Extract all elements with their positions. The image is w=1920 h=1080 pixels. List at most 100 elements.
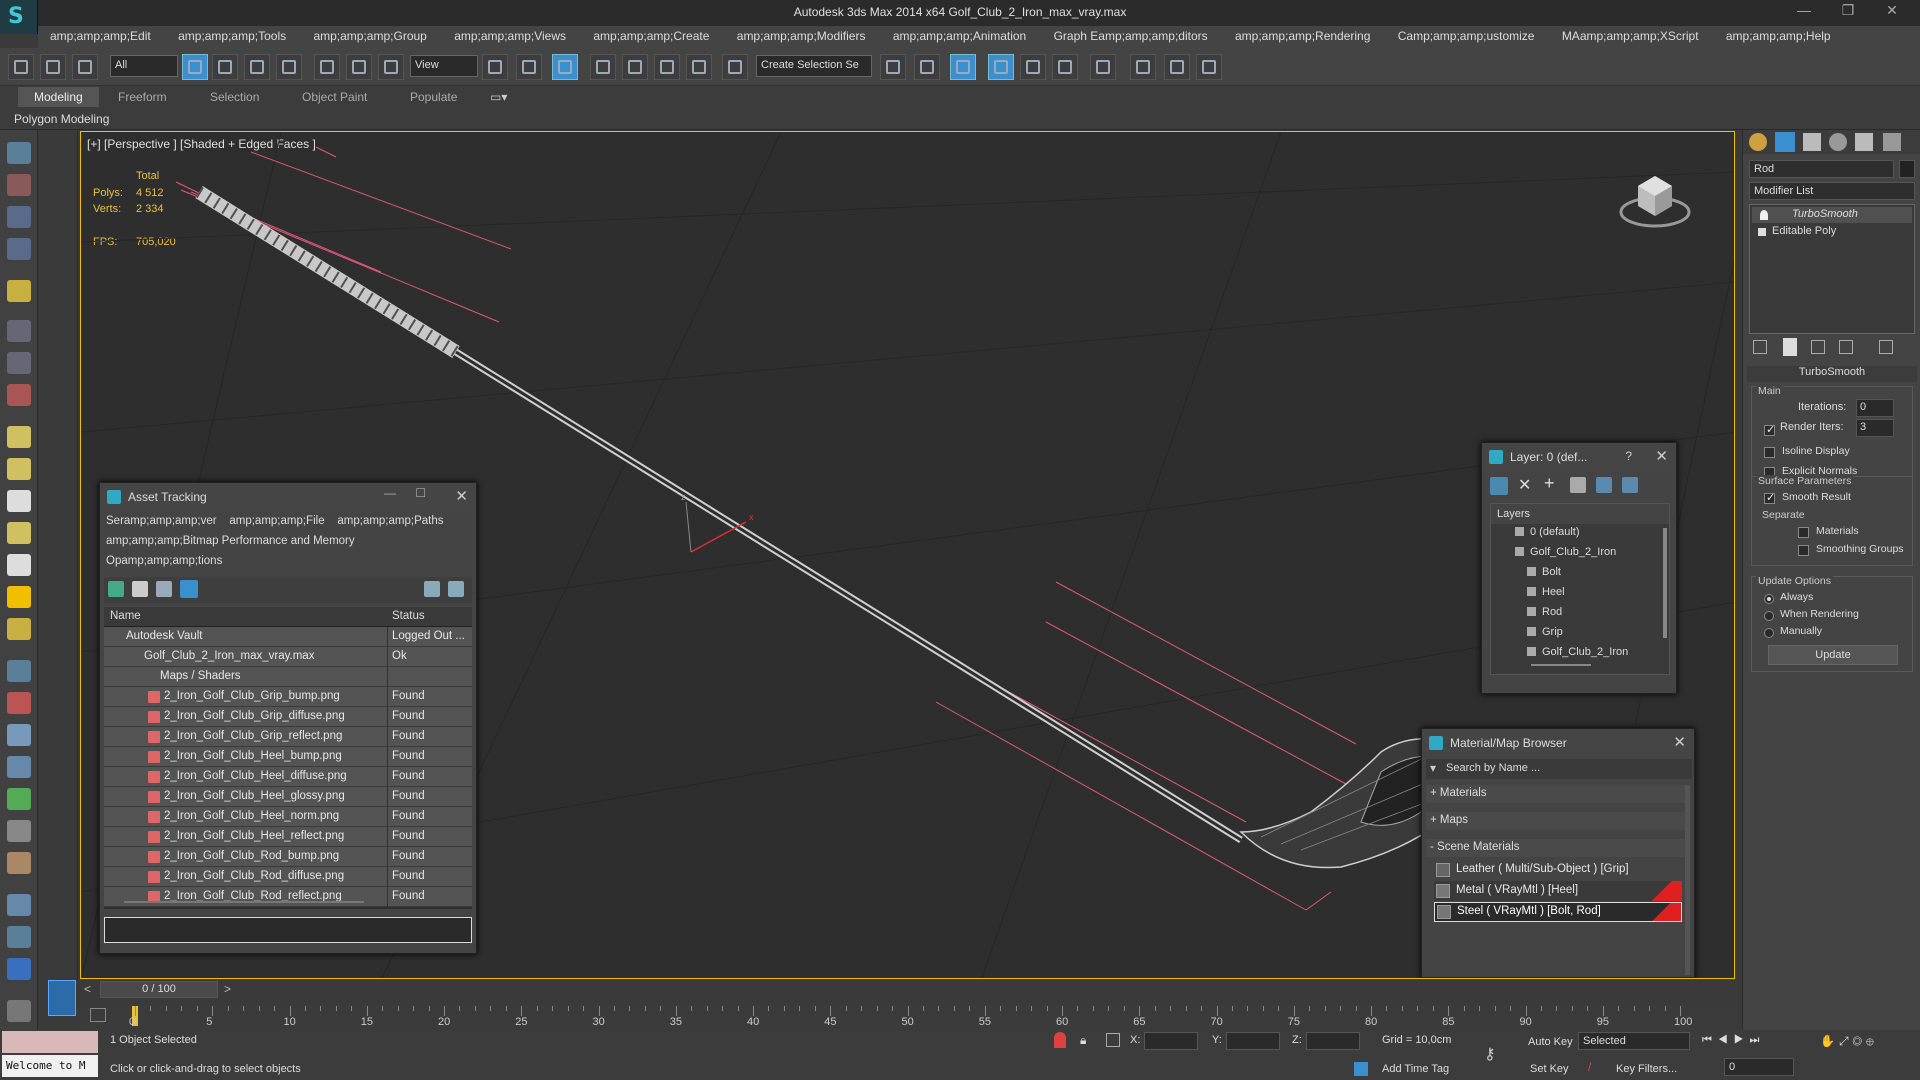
table-row[interactable]: 2_Iron_Golf_Club_Rod_reflect.png Found <box>104 887 472 907</box>
time-next-icon[interactable]: > <box>224 982 231 996</box>
layer-titlebar[interactable]: Layer: 0 (def... ? ✕ <box>1482 443 1676 471</box>
geosphere-icon[interactable] <box>7 618 31 640</box>
asset-menu-paths[interactable]: amp;amp;amp;Paths <box>337 515 443 527</box>
mirror-modifier-icon[interactable] <box>7 894 31 916</box>
track-bar-filter-icon[interactable] <box>90 1008 106 1022</box>
remove-modifier-icon[interactable] <box>1839 340 1853 354</box>
separate-materials-checkbox[interactable] <box>1798 525 1815 539</box>
asset-menu-server[interactable]: Seramp;amp;amp;ver <box>106 515 217 527</box>
named-selection-dropdown[interactable]: Create Selection Se <box>756 55 872 77</box>
default-in-out-tangent-icon[interactable]: / <box>1588 1060 1602 1076</box>
table-row[interactable]: 2_Iron_Golf_Club_Heel_glossy.png Found <box>104 787 472 807</box>
layer-item[interactable]: Heel <box>1527 586 1565 606</box>
hierarchy-tab-icon[interactable] <box>1803 133 1821 151</box>
menu-animation[interactable]: amp;amp;amp;Animation <box>881 26 1038 48</box>
spinner-snap-icon[interactable] <box>686 54 712 80</box>
col-name-header[interactable]: Name <box>110 610 141 622</box>
close-icon[interactable]: ✕ <box>1673 733 1686 751</box>
col-status-header[interactable]: Status <box>392 610 425 622</box>
sphere-icon[interactable] <box>7 458 31 480</box>
viewport-nav-controls[interactable]: ✋⤢◎⊕ <box>1820 1034 1878 1049</box>
key-set-dropdown[interactable]: Selected <box>1578 1032 1690 1050</box>
layer-item[interactable]: Bolt <box>1527 566 1561 586</box>
new-layer-icon[interactable]: + <box>1544 473 1555 494</box>
cone-icon[interactable] <box>7 554 31 576</box>
graphite-toggle-icon[interactable] <box>988 54 1014 80</box>
table-row[interactable]: 2_Iron_Golf_Club_Rod_diffuse.png Found <box>104 867 472 887</box>
object-color-swatch[interactable] <box>1899 160 1915 178</box>
torus-knot-icon[interactable] <box>7 852 31 874</box>
material-row-steel[interactable]: Steel ( VRayMtl ) [Bolt, Rod] <box>1434 902 1682 922</box>
move-icon[interactable] <box>314 54 340 80</box>
layer-item[interactable]: Golf_Club_2_Iron <box>1515 546 1616 566</box>
layer-item[interactable]: Golf_Club_2_Iron <box>1527 646 1628 666</box>
layer-scrollbar[interactable] <box>1663 528 1667 638</box>
current-frame-field[interactable]: 0 <box>1724 1058 1794 1076</box>
playback-controls[interactable]: ⏮◀▶⏭ <box>1702 1034 1765 1047</box>
table-row[interactable]: 2_Iron_Golf_Club_Heel_norm.png Found <box>104 807 472 827</box>
show-end-result-icon[interactable] <box>1783 338 1797 356</box>
torus-icon[interactable] <box>7 522 31 544</box>
particle-icon[interactable] <box>7 384 31 406</box>
expand-stack-icon[interactable] <box>1758 228 1766 236</box>
menu-tools[interactable]: amp;amp;amp;Tools <box>166 26 298 48</box>
refresh-icon[interactable] <box>108 581 124 597</box>
x-coordinate-field[interactable] <box>1144 1032 1198 1050</box>
object-name-field[interactable]: Rod <box>1749 160 1894 178</box>
maxscript-listener-pink[interactable] <box>2 1031 98 1053</box>
camera-icon[interactable] <box>7 238 31 260</box>
array-icon[interactable] <box>7 926 31 948</box>
update-always-radio[interactable] <box>1764 591 1780 605</box>
edit-named-selection-icon[interactable] <box>722 54 748 80</box>
selection-lock-icon[interactable]: 🔒︎ <box>1080 1033 1086 1048</box>
turbosmooth-rollout-header[interactable]: TurboSmooth <box>1747 366 1917 382</box>
tab-modeling[interactable]: Modeling <box>18 87 99 107</box>
iterations-spinner[interactable]: 0 <box>1856 399 1894 417</box>
add-time-tag[interactable]: Add Time Tag <box>1382 1063 1449 1075</box>
stack-turbosmooth[interactable]: TurboSmooth <box>1752 207 1912 223</box>
pin-stack-icon[interactable] <box>1753 340 1767 354</box>
group-materials[interactable]: + Materials <box>1426 785 1686 803</box>
schematic-view-icon[interactable] <box>1052 54 1078 80</box>
layer-help-button[interactable]: ? <box>1625 449 1632 463</box>
time-slider-thumb[interactable]: 0 / 100 <box>100 981 218 998</box>
tab-populate[interactable]: Populate <box>410 90 457 104</box>
layer-h-scrollbar[interactable] <box>1531 664 1591 666</box>
help-icon[interactable] <box>424 581 440 597</box>
rect-selection-icon[interactable] <box>244 54 270 80</box>
maxscript-mini-listener[interactable]: Welcome to M <box>2 1055 98 1077</box>
key-filters-button[interactable]: Key Filters... <box>1616 1063 1677 1075</box>
tab-freeform[interactable]: Freeform <box>118 90 167 104</box>
menu-modifiers[interactable]: amp;amp;amp;Modifiers <box>725 26 878 48</box>
keyboard-shortcut-override-icon[interactable] <box>552 54 578 80</box>
update-button[interactable]: Update <box>1768 645 1898 665</box>
material-row-leather[interactable]: Leather ( Multi/Sub-Object ) [Grip] <box>1434 860 1682 880</box>
material-editor-icon[interactable] <box>1090 54 1116 80</box>
table-view-icon[interactable] <box>180 580 198 598</box>
render-iters-spinner[interactable]: 3 <box>1856 419 1894 437</box>
configure-sets-icon[interactable] <box>1879 340 1893 354</box>
settings-icon[interactable] <box>448 581 464 597</box>
smooth-result-checkbox[interactable] <box>1764 491 1781 505</box>
app-menu-logo[interactable]: S <box>0 0 38 34</box>
tree-view-icon[interactable] <box>156 581 172 597</box>
group-maps[interactable]: + Maps <box>1426 812 1686 830</box>
expand-icon[interactable] <box>7 1000 31 1022</box>
highlight-layer-icon[interactable] <box>1596 477 1612 493</box>
render-iters-checkbox[interactable] <box>1764 423 1781 437</box>
material-browser-titlebar[interactable]: Material/Map Browser ✕ <box>1422 729 1694 757</box>
set-key-button[interactable]: Set Key <box>1530 1063 1569 1075</box>
menu-edit[interactable]: amp;amp;amp;Edit <box>38 26 163 48</box>
light-icon[interactable] <box>7 206 31 228</box>
menu-views[interactable]: amp;amp;amp;Views <box>442 26 578 48</box>
display-tab-icon[interactable] <box>1855 133 1873 151</box>
asset-menu-file[interactable]: amp;amp;amp;File <box>229 515 324 527</box>
asset-tracking-titlebar[interactable]: Asset Tracking — ☐ ✕ <box>100 483 476 511</box>
update-rendering-radio[interactable] <box>1764 608 1780 622</box>
group-scene-materials[interactable]: - Scene Materials <box>1426 839 1686 857</box>
motion-tab-icon[interactable] <box>1829 133 1847 151</box>
table-row[interactable]: 2_Iron_Golf_Club_Grip_bump.png Found <box>104 687 472 707</box>
rendered-frame-window-icon[interactable] <box>1164 54 1190 80</box>
cylinder-icon[interactable] <box>7 490 31 512</box>
menu-maxscript[interactable]: MAamp;amp;amp;XScript <box>1550 26 1711 48</box>
